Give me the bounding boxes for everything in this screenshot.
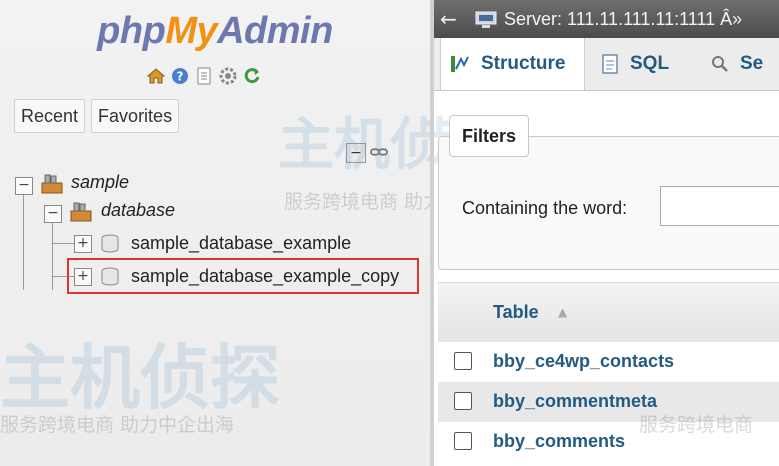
table-name-link[interactable]: bby_commentmeta (493, 391, 657, 412)
reload-icon[interactable] (242, 66, 262, 86)
row-checkbox[interactable] (454, 392, 472, 410)
table-column-header[interactable]: Table (493, 302, 539, 323)
row-checkbox[interactable] (454, 432, 472, 450)
home-icon[interactable] (146, 66, 166, 86)
filter-label: Containing the word: (462, 198, 628, 218)
tree-connector (52, 220, 53, 290)
sort-ascending-icon[interactable]: ▲ (558, 305, 567, 319)
watermark-small-1: 服务跨境电商 助力中企出海 (284, 191, 430, 213)
tab-sql[interactable]: SQL (600, 38, 669, 90)
tree-node-database[interactable]: database (101, 200, 175, 221)
tab-search-label: Se (740, 53, 764, 74)
logo-admin: Admin (217, 10, 333, 52)
logo-php: php (97, 10, 166, 52)
svg-text:?: ? (177, 70, 184, 84)
tree-node-sample[interactable]: sample (71, 172, 129, 193)
settings-icon[interactable] (218, 66, 238, 86)
tree-connector (23, 192, 24, 290)
server-icon (475, 11, 497, 28)
tab-search[interactable]: Se (710, 38, 763, 90)
structure-icon (451, 56, 469, 72)
docs-icon[interactable] (194, 66, 214, 86)
table-name-link[interactable]: bby_ce4wp_contacts (493, 351, 674, 372)
search-icon (712, 56, 728, 72)
watermark-small-3: 服务跨境电商 (639, 414, 754, 436)
tab-structure-label: Structure (481, 53, 566, 74)
main-panel: ← Server: 111.11.111.11:1111 Â» Structur… (434, 0, 779, 466)
favorites-tab[interactable]: Favorites (91, 99, 180, 133)
filter-input[interactable] (660, 186, 779, 226)
table-header-row: Table ▲ (438, 282, 779, 343)
row-checkbox[interactable] (454, 352, 472, 370)
tree-connector (52, 243, 74, 244)
sql-icon (602, 54, 618, 74)
main-tabs: Structure SQL Se (434, 38, 779, 91)
back-arrow-icon[interactable]: ← (440, 7, 457, 31)
expand-toggle[interactable]: + (74, 235, 92, 253)
highlight-box (67, 258, 419, 294)
server-breadcrumb[interactable]: Server: 111.11.111.11:1111 Â» (504, 9, 742, 30)
collapse-toggle[interactable]: − (44, 205, 62, 223)
database-group-icon (70, 202, 92, 222)
nav-icon-bar: ? (146, 66, 262, 86)
filters-legend: Filters (449, 115, 530, 157)
tree-item-database[interactable]: sample_database_example (131, 233, 351, 254)
recent-tab[interactable]: Recent (14, 99, 86, 133)
server-breadcrumb-bar: ← Server: 111.11.111.11:1111 Â» (434, 0, 779, 38)
phpmyadmin-logo[interactable]: phpMyAdmin (0, 10, 430, 53)
collapse-toggle[interactable]: − (15, 177, 33, 195)
watermark-large-2: 主机侦探 (0, 337, 280, 419)
server-suffix: Â» (720, 9, 743, 29)
server-label: Server: 111.11.111.11:1111 (504, 9, 716, 29)
table-name-link[interactable]: bby_comments (493, 431, 625, 452)
database-icon (101, 234, 119, 253)
logo-my: My (165, 10, 218, 52)
database-group-icon (41, 174, 63, 194)
navigation-panel: phpMyAdmin ? Recent Favorites − 主机侦探 服务跨… (0, 0, 430, 466)
help-icon[interactable]: ? (170, 66, 190, 86)
watermark-large-1: 主机侦探 (278, 113, 430, 178)
recent-favorites-tabs: Recent Favorites (14, 99, 180, 133)
tab-sql-label: SQL (630, 53, 670, 74)
table-row: bby_ce4wp_contacts (438, 342, 779, 382)
watermark-small-2: 服务跨境电商 助力中企出海 (0, 414, 235, 436)
tab-structure[interactable]: Structure (440, 38, 585, 90)
